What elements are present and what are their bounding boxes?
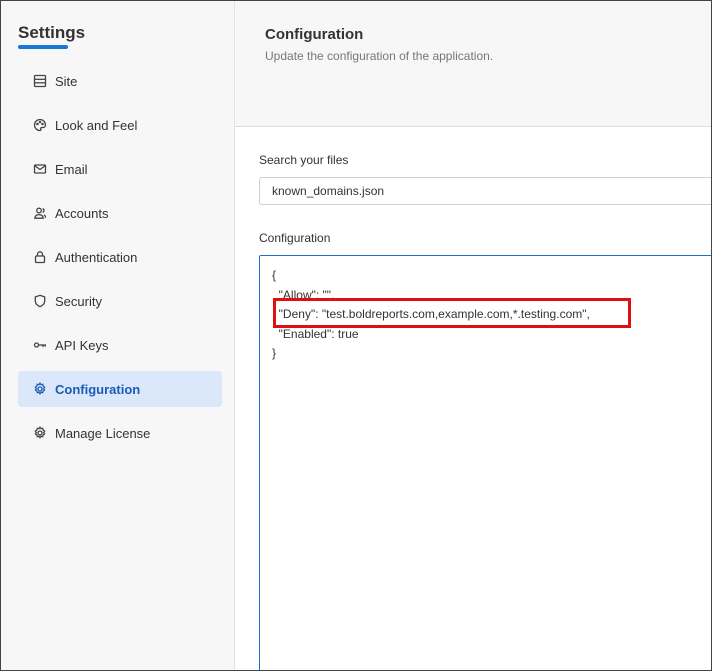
sidebar-title: Settings [18, 23, 86, 42]
sidebar-nav: Site Look and Feel Email Accounts Authen… [18, 63, 222, 459]
page-subtitle: Update the configuration of the applicat… [265, 49, 494, 63]
key-icon [33, 338, 47, 352]
sidebar-item-label: Email [55, 161, 88, 177]
sidebar-item-manage-license[interactable]: Manage License [18, 415, 222, 451]
lock-icon [33, 250, 47, 264]
sidebar-item-configuration[interactable]: Configuration [18, 371, 222, 407]
license-gear-icon [33, 426, 47, 440]
search-files-label: Search your files [259, 153, 349, 167]
sidebar-item-authentication[interactable]: Authentication [18, 239, 222, 275]
search-files-input[interactable] [259, 177, 711, 205]
gear-icon [33, 382, 47, 396]
main-content: Configuration Update the configuration o… [235, 1, 711, 670]
sidebar-item-api-keys[interactable]: API Keys [18, 327, 222, 363]
sidebar-item-label: Security [55, 293, 102, 309]
page-title: Configuration [265, 26, 364, 43]
sidebar-item-email[interactable]: Email [18, 151, 222, 187]
sidebar-item-label: Accounts [55, 205, 109, 221]
sidebar-item-label: Authentication [55, 249, 138, 265]
code-line: } [272, 346, 277, 360]
app-window: Settings Site Look and Feel Email Accoun… [0, 0, 712, 671]
sidebar-item-accounts[interactable]: Accounts [18, 195, 222, 231]
configuration-label: Configuration [259, 231, 331, 245]
sidebar-title-underline [18, 45, 68, 49]
code-line: { [272, 268, 277, 282]
page-header: Configuration Update the configuration o… [235, 1, 711, 127]
sidebar-item-site[interactable]: Site [18, 63, 222, 99]
sidebar-item-label: Manage License [55, 425, 151, 441]
sidebar-item-look-and-feel[interactable]: Look and Feel [18, 107, 222, 143]
palette-icon [33, 118, 47, 132]
deny-line-highlight [273, 298, 631, 328]
users-icon [33, 206, 47, 220]
sidebar-item-label: Look and Feel [55, 117, 138, 133]
sidebar-item-label: Site [55, 73, 78, 89]
shield-icon [33, 294, 47, 308]
sidebar-item-label: API Keys [55, 337, 109, 353]
server-icon [33, 74, 47, 88]
mail-icon [33, 162, 47, 176]
sidebar-item-label: Configuration [55, 381, 141, 397]
sidebar-item-security[interactable]: Security [18, 283, 222, 319]
settings-sidebar: Settings Site Look and Feel Email Accoun… [1, 1, 235, 670]
